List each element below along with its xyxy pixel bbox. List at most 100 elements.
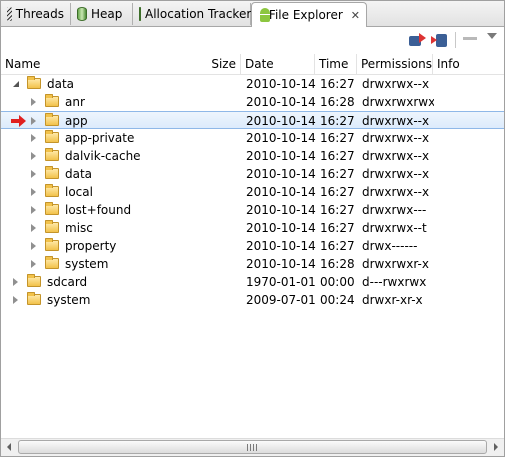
- tab-label: Allocation Tracker: [145, 7, 252, 21]
- tab-label: Heap: [91, 7, 123, 21]
- allocation-icon: [139, 7, 141, 21]
- cell-date: 2010-10-14: [246, 239, 316, 253]
- tree-expand-icon[interactable]: [13, 296, 18, 304]
- cell-info: [438, 273, 498, 291]
- cell-permissions: drwxrwx--x: [362, 131, 430, 145]
- cell-time: 16:27: [320, 114, 355, 128]
- cell-permissions: drwxrwxr-x: [362, 257, 429, 271]
- tab-file-explorer[interactable]: File Explorer ✕: [251, 2, 367, 27]
- cell-time: 16:28: [320, 257, 355, 271]
- cell-name: property: [65, 239, 117, 253]
- cell-time: 16:27: [320, 167, 355, 181]
- column-header-info[interactable]: Info: [433, 54, 504, 74]
- tab-allocation-tracker[interactable]: Allocation Tracker: [133, 3, 251, 25]
- tree-expand-icon[interactable]: [31, 242, 36, 250]
- table-row[interactable]: data 2010-10-14 16:27 drwxrwx--x: [1, 165, 504, 183]
- cell-permissions: d---rwxrwx: [362, 275, 427, 289]
- cell-info: [438, 237, 498, 255]
- tree-expand-icon[interactable]: [13, 278, 18, 286]
- tree-expand-icon[interactable]: [31, 98, 36, 106]
- cell-size: [201, 129, 237, 147]
- push-file-icon[interactable]: [409, 31, 427, 49]
- cell-size: [201, 112, 237, 130]
- tree-collapse-icon[interactable]: [13, 81, 19, 87]
- heap-icon: [77, 7, 87, 21]
- table-row[interactable]: misc 2010-10-14 16:27 drwxrwx--t: [1, 219, 504, 237]
- tab-heap[interactable]: Heap: [71, 3, 133, 25]
- cell-time: 16:27: [320, 77, 355, 91]
- tab-label: File Explorer: [268, 8, 343, 22]
- cell-info: [438, 255, 498, 273]
- cell-size: [201, 147, 237, 165]
- folder-icon: [45, 148, 59, 161]
- column-header-date[interactable]: Date: [241, 54, 315, 74]
- view-menu-icon[interactable]: [487, 33, 497, 39]
- folder-icon: [45, 184, 59, 197]
- table-row[interactable]: property 2010-10-14 16:27 drwx------: [1, 237, 504, 255]
- tree-expand-icon[interactable]: [31, 170, 36, 178]
- tab-threads[interactable]: Threads: [1, 3, 71, 25]
- close-icon[interactable]: ✕: [351, 9, 360, 22]
- table-row[interactable]: app 2010-10-14 16:27 drwxrwx--x: [1, 111, 504, 129]
- tab-label: Threads: [15, 7, 64, 21]
- cell-name: system: [65, 257, 109, 271]
- cell-time: 16:27: [320, 131, 355, 145]
- file-explorer-view: Threads Heap Allocation Tracker File Exp…: [0, 0, 505, 457]
- folder-icon: [45, 94, 59, 107]
- minimize-icon[interactable]: [463, 37, 477, 40]
- cell-info: [438, 201, 498, 219]
- cell-time: 16:27: [320, 203, 355, 217]
- table-row[interactable]: system 2009-07-01 00:24 drwxr-xr-x: [1, 291, 504, 309]
- pull-file-icon[interactable]: [431, 31, 449, 49]
- table-row[interactable]: data 2010-10-14 16:27 drwxrwx--x: [1, 75, 504, 93]
- scrollbar-thumb[interactable]: [18, 440, 487, 454]
- folder-icon: [27, 76, 41, 89]
- tree-expand-icon[interactable]: [31, 224, 36, 232]
- scroll-right-icon[interactable]: [494, 443, 498, 451]
- column-header-permissions[interactable]: Permissions: [357, 54, 433, 74]
- cell-name: lost+found: [65, 203, 132, 217]
- cell-info: [438, 291, 498, 309]
- cell-date: 2010-10-14: [246, 77, 316, 91]
- cell-name: local: [65, 185, 93, 199]
- table-row[interactable]: anr 2010-10-14 16:28 drwxrwxrwx: [1, 93, 504, 111]
- table-row[interactable]: system 2010-10-14 16:28 drwxrwxr-x: [1, 255, 504, 273]
- table-row[interactable]: dalvik-cache 2010-10-14 16:27 drwxrwx--x: [1, 147, 504, 165]
- cell-info: [438, 147, 498, 165]
- cell-permissions: drwxrwx--x: [362, 167, 430, 181]
- folder-icon: [45, 113, 59, 126]
- cell-date: 2010-10-14: [246, 95, 316, 109]
- column-header-time[interactable]: Time: [315, 54, 357, 74]
- tree-expand-icon[interactable]: [31, 152, 36, 160]
- view-tab-bar: Threads Heap Allocation Tracker File Exp…: [1, 1, 504, 27]
- tree-expand-icon[interactable]: [31, 134, 36, 142]
- horizontal-scrollbar[interactable]: [1, 438, 504, 456]
- folder-icon: [45, 220, 59, 233]
- tree-expand-icon[interactable]: [31, 206, 36, 214]
- cell-size: [201, 165, 237, 183]
- red-arrow-icon: [11, 115, 26, 127]
- cell-permissions: drwxrwx--x: [362, 114, 430, 128]
- cell-info: [438, 93, 498, 111]
- tree-expand-icon[interactable]: [31, 188, 36, 196]
- cell-size: [201, 75, 237, 93]
- folder-icon: [45, 166, 59, 179]
- cell-name: app-private: [65, 131, 135, 145]
- scroll-left-icon[interactable]: [7, 443, 11, 451]
- cell-info: [438, 165, 498, 183]
- folder-icon: [45, 130, 59, 143]
- table-row[interactable]: lost+found 2010-10-14 16:27 drwxrwx---: [1, 201, 504, 219]
- column-header-size[interactable]: Size: [201, 54, 241, 74]
- tree-expand-icon[interactable]: [31, 260, 36, 268]
- threads-icon: [7, 7, 12, 21]
- grip-icon: [247, 444, 257, 451]
- cell-size: [201, 201, 237, 219]
- cell-name: system: [47, 293, 91, 307]
- table-row[interactable]: app-private 2010-10-14 16:27 drwxrwx--x: [1, 129, 504, 147]
- cell-permissions: drwx------: [362, 239, 418, 253]
- table-row[interactable]: local 2010-10-14 16:27 drwxrwx--x: [1, 183, 504, 201]
- cell-name: app: [65, 114, 88, 128]
- table-row[interactable]: sdcard 1970-01-01 00:00 d---rwxrwx: [1, 273, 504, 291]
- tree-expand-icon[interactable]: [31, 117, 36, 125]
- cell-size: [201, 93, 237, 111]
